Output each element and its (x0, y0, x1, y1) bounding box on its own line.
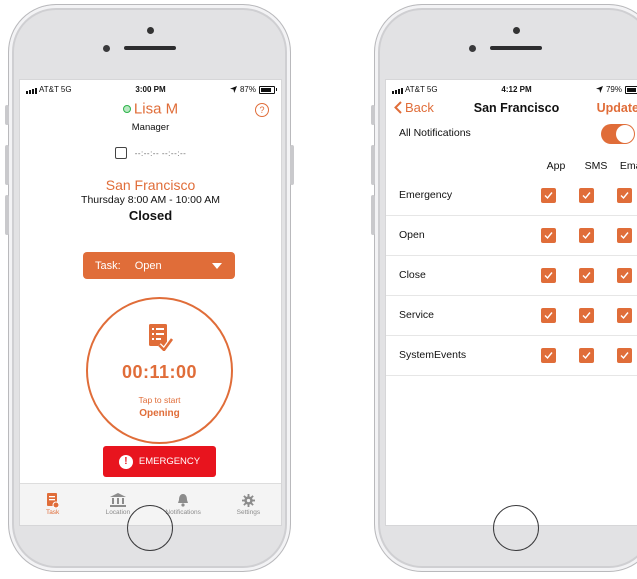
proximity-sensor (469, 45, 476, 52)
sms-checkbox[interactable] (579, 308, 594, 323)
clipboard-check-icon (147, 323, 174, 356)
tab-settings[interactable]: Settings (221, 491, 276, 516)
timer-button[interactable]: 00:11:00 Tap to start Opening (86, 297, 233, 444)
notification-row: SystemEvents (386, 337, 637, 376)
sms-checkbox[interactable] (579, 188, 594, 203)
timer-value: 00:11:00 (121, 362, 198, 382)
column-header-app: App (546, 160, 566, 172)
user-header: Lisa M ? (20, 100, 281, 122)
battery-icon (625, 85, 637, 94)
timer-hint: Tap to start (138, 395, 181, 405)
notification-row: Service (386, 297, 637, 336)
emergency-button[interactable]: ! EMERGENCY (103, 446, 216, 477)
status-bar: AT&T 5G 4:12 PM 79% (386, 80, 637, 98)
sms-checkbox[interactable] (579, 348, 594, 363)
app-checkbox[interactable] (541, 348, 556, 363)
app-checkbox[interactable] (541, 268, 556, 283)
mute-switch (5, 105, 9, 125)
home-button (126, 505, 173, 551)
alert-icon: ! (118, 454, 133, 469)
notification-row-label: Open (399, 229, 425, 241)
email-checkbox[interactable] (617, 308, 632, 323)
phone-right: AT&T 5G 4:12 PM 79% Back San Francisco U… (371, 4, 637, 572)
all-notifications-row: All Notifications (386, 120, 637, 148)
app-checkbox[interactable] (541, 308, 556, 323)
location-arrow-icon (229, 86, 237, 93)
notification-row-label: Emergency (399, 189, 453, 201)
phone-left: AT&T 5G 3:00 PM 87% Lisa M ? Manager --:… (5, 4, 294, 572)
volume-down-button (5, 195, 9, 235)
checkin-row: --:--:-- --:--:-- (20, 147, 281, 159)
timer-action: Opening (139, 408, 180, 419)
volume-down-button (371, 195, 375, 235)
tab-settings-label: Settings (236, 509, 261, 516)
task-value: Open (134, 259, 162, 272)
earpiece-speaker (123, 46, 176, 50)
front-camera (146, 27, 154, 34)
checkin-checkbox[interactable] (114, 147, 127, 159)
bell-icon (156, 491, 211, 509)
location-arrow-icon (595, 86, 603, 93)
sms-checkbox[interactable] (579, 268, 594, 283)
screen-notification-settings: AT&T 5G 4:12 PM 79% Back San Francisco U… (385, 79, 637, 526)
notification-row: Close (386, 257, 637, 296)
notification-row: Emergency (386, 177, 637, 216)
screen-task: AT&T 5G 3:00 PM 87% Lisa M ? Manager --:… (19, 79, 282, 526)
help-icon[interactable]: ? (255, 103, 269, 117)
email-checkbox[interactable] (617, 188, 632, 203)
notification-row-label: Service (399, 309, 435, 321)
mute-switch (371, 105, 375, 125)
tab-task-label: Task (45, 509, 60, 516)
power-button (290, 145, 294, 185)
status-bar: AT&T 5G 3:00 PM 87% (20, 80, 281, 98)
tab-task[interactable]: Task (25, 491, 80, 516)
location-name: San Francisco (105, 177, 196, 193)
sms-checkbox[interactable] (579, 228, 594, 243)
battery-status: 79% (595, 85, 637, 94)
notification-row-label: Close (399, 269, 426, 281)
task-dropdown[interactable]: Task: Open (83, 252, 235, 279)
all-notifications-label: All Notifications (399, 127, 471, 139)
checkin-time: --:--:-- --:--:-- (134, 148, 187, 158)
all-notifications-toggle[interactable] (601, 124, 635, 144)
battery-status: 87% (229, 85, 277, 94)
update-button[interactable]: Update (597, 101, 637, 115)
column-header-email: Email (619, 160, 637, 172)
user-name: Lisa M (133, 100, 179, 118)
app-checkbox[interactable] (541, 228, 556, 243)
home-button (492, 505, 539, 551)
emergency-label: EMERGENCY (138, 456, 201, 467)
chevron-down-icon (212, 263, 222, 269)
proximity-sensor (103, 45, 110, 52)
nav-bar: Back San Francisco Update (386, 98, 637, 120)
gear-icon (221, 491, 276, 509)
email-checkbox[interactable] (617, 348, 632, 363)
online-status-icon (122, 104, 131, 113)
app-checkbox[interactable] (541, 188, 556, 203)
task-icon (25, 491, 80, 509)
battery-icon (259, 85, 277, 94)
email-checkbox[interactable] (617, 268, 632, 283)
location-status: Closed (128, 208, 173, 223)
email-checkbox[interactable] (617, 228, 632, 243)
column-header-sms: SMS (584, 160, 608, 172)
volume-up-button (371, 145, 375, 185)
earpiece-speaker (489, 46, 542, 50)
notification-row-label: SystemEvents (399, 349, 467, 361)
notification-row: Open (386, 217, 637, 256)
bank-icon (90, 491, 145, 509)
location-hours: Thursday 8:00 AM - 10:00 AM (81, 194, 220, 206)
task-label: Task: (95, 259, 121, 272)
user-role: Manager (131, 122, 170, 133)
front-camera (512, 27, 520, 34)
volume-up-button (5, 145, 9, 185)
